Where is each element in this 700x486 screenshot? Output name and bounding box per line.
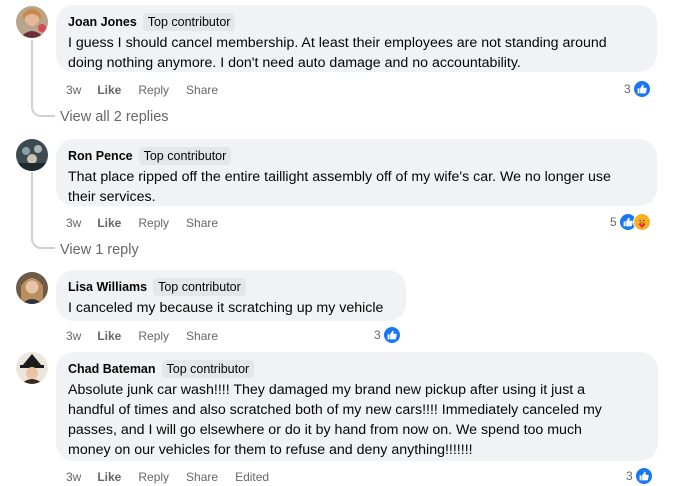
avatar[interactable] [16, 6, 48, 38]
comment-text-line: money on our vehicles for them to refuse… [68, 442, 473, 458]
comment-author[interactable]: Chad Bateman [68, 362, 156, 376]
like-icon [634, 467, 653, 485]
comment-bubble: Ron Pence Top contributor That place rip… [56, 139, 657, 206]
comment-text: Absolute junk car wash!!!! They damaged … [68, 380, 646, 460]
comment-text-line: I guess I should cancel membership. At l… [68, 35, 607, 51]
comment-actions: 3w Like Reply Share [66, 215, 235, 231]
comment-author[interactable]: Joan Jones [68, 15, 137, 29]
reply-button[interactable]: Reply [138, 216, 169, 230]
timestamp[interactable]: 3w [66, 470, 81, 484]
share-button[interactable]: Share [186, 470, 218, 484]
comment-text-line: passes, and I will go elsewhere or do it… [68, 422, 582, 438]
share-button[interactable]: Share [186, 329, 218, 343]
top-contributor-badge: Top contributor [142, 13, 236, 31]
reply-button[interactable]: Reply [138, 83, 169, 97]
reactions-summary[interactable]: 3 [626, 467, 653, 485]
comment-text-line: handful of times and also scratched both… [68, 402, 602, 418]
view-replies-link[interactable]: View all 2 replies [60, 109, 169, 125]
timestamp[interactable]: 3w [66, 83, 81, 97]
view-replies-link[interactable]: View 1 reply [60, 242, 139, 258]
reaction-count: 5 [610, 215, 617, 229]
reactions-summary[interactable]: 5 [610, 213, 651, 231]
reaction-count: 3 [374, 328, 381, 342]
avatar[interactable] [16, 272, 48, 304]
comment-text: I canceled my because it scratching up m… [68, 298, 394, 318]
like-button[interactable]: Like [97, 329, 121, 343]
top-contributor-badge: Top contributor [138, 147, 232, 165]
comment-text: That place ripped off the entire taillig… [68, 167, 645, 207]
reaction-count: 3 [624, 82, 631, 96]
reply-button[interactable]: Reply [138, 470, 169, 484]
share-button[interactable]: Share [186, 83, 218, 97]
share-button[interactable]: Share [186, 216, 218, 230]
thread-line [31, 172, 33, 236]
reactions-summary[interactable]: 3 [624, 80, 651, 98]
like-icon [382, 326, 401, 344]
comment-text-line: doing nothing anymore. I don't need auto… [68, 55, 521, 71]
like-icon [632, 80, 651, 98]
comment-text-line: That place ripped off the entire taillig… [68, 169, 611, 185]
comment-bubble: Chad Bateman Top contributor Absolute ju… [56, 352, 658, 461]
comment-text-line: I canceled my because it scratching up m… [68, 300, 384, 316]
like-button[interactable]: Like [97, 83, 121, 97]
avatar[interactable] [16, 352, 48, 384]
like-button[interactable]: Like [97, 470, 121, 484]
top-contributor-badge: Top contributor [153, 278, 246, 296]
comment-text-line: Absolute junk car wash!!!! They damaged … [68, 382, 586, 398]
reaction-count: 3 [626, 469, 633, 483]
like-button[interactable]: Like [97, 216, 121, 230]
comment-actions: 3w Like Reply Share [66, 328, 235, 344]
comment-text: I guess I should cancel membership. At l… [68, 33, 645, 73]
comment-text-line: their services. [68, 189, 156, 205]
timestamp[interactable]: 3w [66, 216, 81, 230]
care-icon [632, 213, 651, 231]
top-contributor-badge: Top contributor [161, 360, 255, 378]
comment-bubble: Joan Jones Top contributor I guess I sho… [56, 5, 657, 72]
thread-curve [31, 235, 55, 249]
comment-author[interactable]: Ron Pence [68, 149, 133, 163]
reply-button[interactable]: Reply [138, 329, 169, 343]
avatar[interactable] [16, 139, 48, 171]
edited-label[interactable]: Edited [235, 470, 269, 484]
timestamp[interactable]: 3w [66, 329, 81, 343]
thread-line [31, 40, 33, 104]
comment-bubble: Lisa Williams Top contributor I canceled… [56, 270, 406, 321]
comment-actions: 3w Like Reply Share Edited [66, 469, 286, 485]
reactions-summary[interactable]: 3 [374, 326, 401, 344]
comment-actions: 3w Like Reply Share [66, 82, 235, 98]
comment-author[interactable]: Lisa Williams [68, 280, 147, 294]
thread-curve [31, 103, 55, 117]
